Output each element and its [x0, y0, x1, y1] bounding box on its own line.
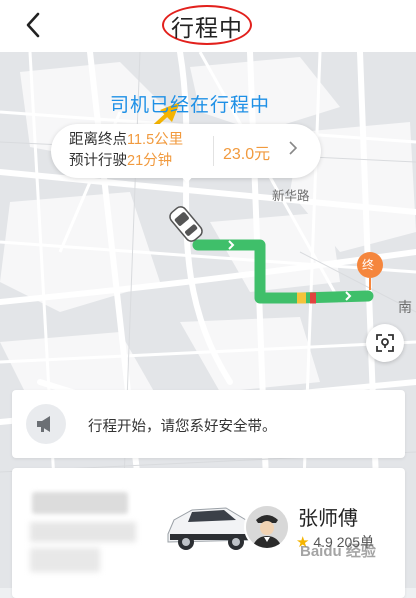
locate-button[interactable]: [366, 324, 404, 362]
plate-number-blurred: [32, 492, 128, 514]
fare-amount[interactable]: 23.0元: [223, 140, 270, 164]
notice-icon-wrap: [26, 404, 66, 444]
safety-notice-card: 行程开始，请您系好安全带。: [12, 390, 405, 458]
destination-marker-label: 终: [362, 258, 375, 272]
locate-icon: [376, 334, 394, 352]
driver-card[interactable]: 张师傅 ★ 4.9 205单: [12, 468, 405, 598]
chevron-right-icon[interactable]: [289, 141, 298, 160]
distance-value: 11.5公里: [127, 132, 184, 148]
back-button[interactable]: [18, 10, 48, 40]
trip-info-bubble[interactable]: 距离终点11.5公里 预计行驶21分钟 23.0元: [51, 124, 321, 183]
watermark: Baidu 经验: [300, 543, 376, 560]
megaphone-icon: [37, 416, 50, 432]
driver-avatar-icon: [246, 506, 288, 548]
bubble-divider: [213, 136, 214, 166]
page-title: 行程中: [171, 15, 243, 41]
distance-prefix: 距离终点: [69, 132, 127, 148]
driver-avatar[interactable]: [244, 504, 290, 550]
time-prefix: 预计行驶: [69, 153, 127, 169]
car-color-blurred: [30, 548, 100, 572]
annotation-label: 司机已经在行程中: [110, 95, 271, 116]
time-value: 21分钟: [127, 153, 173, 169]
page-title-wrap: 行程中: [162, 3, 254, 47]
street-label-xinhua: 新华路: [272, 189, 310, 203]
street-label-nan: 南: [398, 299, 412, 315]
car-model-blurred: [30, 522, 136, 542]
notice-text: 行程开始，请您系好安全带。: [88, 419, 277, 435]
header-bar: 行程中: [0, 0, 416, 52]
driver-name: 张师傅: [298, 508, 358, 530]
bubble-tail: [179, 174, 195, 183]
chevron-left-icon: [26, 12, 40, 38]
trip-info-text: 距离终点11.5公里 预计行驶21分钟: [69, 130, 183, 172]
